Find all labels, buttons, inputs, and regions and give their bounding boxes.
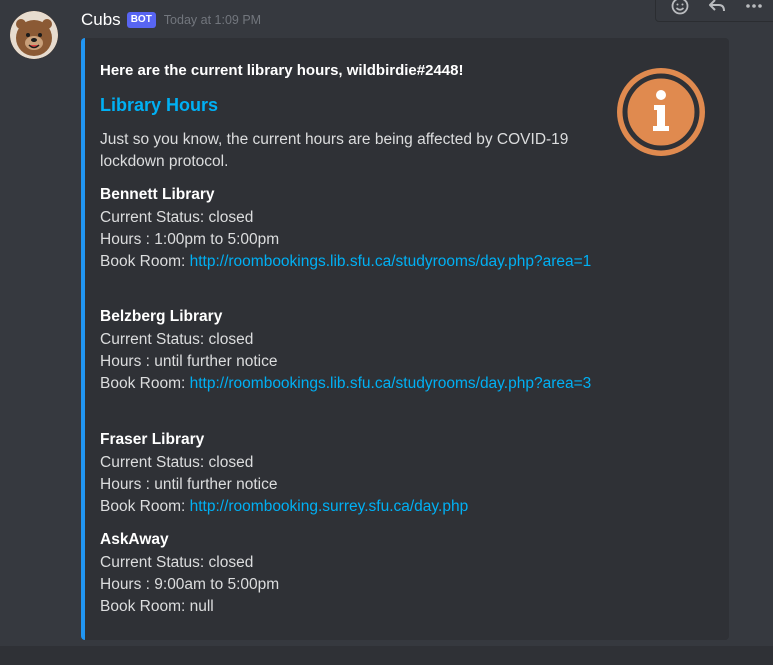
field-status: Current Status: closed: [100, 209, 254, 226]
bot-badge: BOT: [126, 12, 156, 28]
book-room-label: Book Room:: [100, 375, 186, 392]
field-name: Bennett Library: [100, 186, 215, 203]
field-book-room: Book Room: http://roombookings.lib.sfu.c…: [100, 251, 600, 273]
message-timestamp: Today at 1:09 PM: [163, 13, 262, 27]
field-askaway: AskAway Current Status: closed Hours : 9…: [100, 529, 600, 618]
reply-button[interactable]: [705, 0, 729, 18]
book-room-label: Book Room:: [100, 498, 186, 515]
field-status: Current Status: closed: [100, 554, 254, 571]
field-hours: Hours : 9:00am to 5:00pm: [100, 576, 280, 593]
info-icon: [617, 68, 705, 156]
field-hours: Hours : until further notice: [100, 353, 278, 370]
field-status: Current Status: closed: [100, 454, 254, 471]
book-room-label: Book Room:: [100, 598, 186, 615]
embed-description: Just so you know, the current hours are …: [100, 131, 569, 170]
more-button[interactable]: [742, 0, 766, 18]
message-header: Cubs BOT Today at 1:09 PM: [81, 8, 261, 32]
field-belzberg-library: Belzberg Library Current Status: closed …: [100, 306, 600, 395]
field-fraser-library: Fraser Library Current Status: closed Ho…: [100, 429, 600, 518]
field-hours: Hours : 1:00pm to 5:00pm: [100, 231, 280, 248]
field-book-room: Book Room: http://roombookings.lib.sfu.c…: [100, 373, 600, 395]
field-name: Fraser Library: [100, 431, 205, 448]
book-room-value: null: [189, 598, 214, 615]
embed-thumbnail[interactable]: [615, 66, 707, 158]
field-name: Belzberg Library: [100, 308, 223, 325]
field-book-room: Book Room: null: [100, 596, 600, 618]
field-hours: Hours : until further notice: [100, 476, 278, 493]
bottom-divider: [0, 646, 773, 665]
field-name: AskAway: [100, 531, 169, 548]
reply-icon: [708, 0, 725, 12]
field-book-room: Book Room: http://roombooking.surrey.sfu…: [100, 496, 600, 518]
embed-title[interactable]: Library Hours: [100, 95, 218, 116]
username[interactable]: Cubs: [81, 10, 121, 30]
field-status: Current Status: closed: [100, 331, 254, 348]
book-room-link[interactable]: http://roombooking.surrey.sfu.ca/day.php: [190, 498, 469, 515]
embed-card: Here are the current library hours, wild…: [81, 38, 729, 640]
add-reaction-button[interactable]: [668, 0, 692, 18]
chat-message: Cubs BOT Today at 1:09 PM Here are the c…: [0, 0, 773, 665]
embed-author: Here are the current library hours, wild…: [100, 62, 464, 79]
bear-avatar-icon: [10, 11, 58, 59]
bot-avatar[interactable]: [10, 11, 58, 59]
book-room-link[interactable]: http://roombookings.lib.sfu.ca/studyroom…: [190, 253, 592, 270]
book-room-link[interactable]: http://roombookings.lib.sfu.ca/studyroom…: [190, 375, 592, 392]
message-toolbar: [655, 0, 773, 22]
more-icon: [745, 4, 762, 8]
add-reaction-icon: [671, 0, 689, 15]
field-bennett-library: Bennett Library Current Status: closed H…: [100, 184, 600, 273]
book-room-label: Book Room:: [100, 253, 186, 270]
